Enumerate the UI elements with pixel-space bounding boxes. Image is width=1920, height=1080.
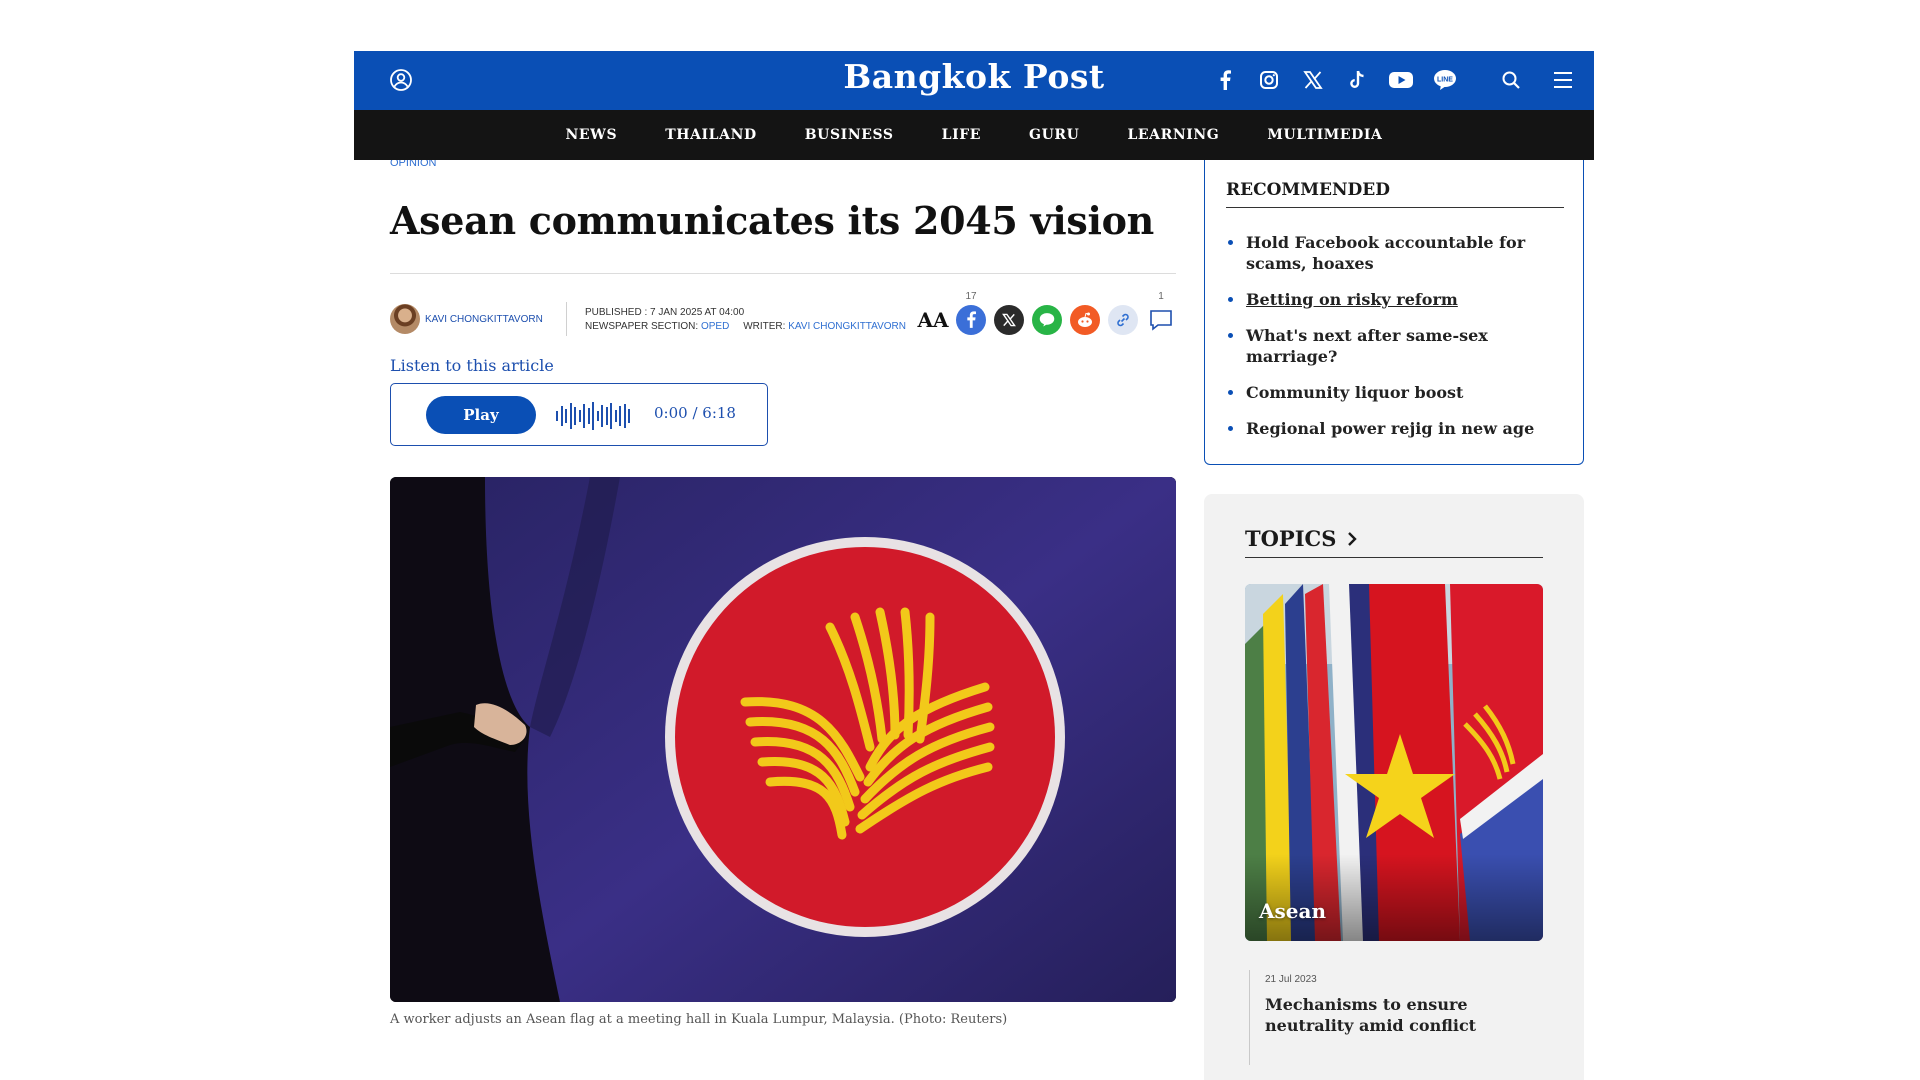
- youtube-icon[interactable]: [1388, 67, 1414, 93]
- waveform[interactable]: [556, 401, 630, 430]
- menu-icon[interactable]: [1550, 67, 1576, 93]
- story-date: 21 Jul 2023: [1265, 974, 1317, 985]
- author-avatar[interactable]: [390, 303, 420, 334]
- facebook-icon[interactable]: [1212, 67, 1238, 93]
- comment-button[interactable]: 1: [1146, 291, 1176, 335]
- author-name[interactable]: KAVI CHONGKITTAVORN: [425, 314, 543, 325]
- nav-learning[interactable]: LEARNING: [1103, 127, 1243, 143]
- chevron-right-icon: [1347, 532, 1357, 546]
- facebook-icon: [967, 311, 976, 329]
- recommended-item[interactable]: Community liquor boost: [1226, 382, 1564, 403]
- facebook-share-button[interactable]: 17: [956, 291, 986, 335]
- topic-tag[interactable]: Asean: [1259, 899, 1326, 923]
- site-header: Bangkok Post LINE: [354, 51, 1594, 110]
- recommended-item[interactable]: Betting on risky reform: [1226, 289, 1564, 310]
- player-time: 0:00 / 6:18: [654, 403, 736, 422]
- recommended-item[interactable]: Regional power rejig in new age: [1226, 418, 1564, 439]
- comment-count: 1: [1158, 290, 1164, 302]
- share-bar: AA 17 1: [917, 291, 1176, 338]
- facebook-share-count: 17: [965, 290, 977, 302]
- font-size-button[interactable]: AA: [917, 305, 948, 335]
- listen-label: Listen to this article: [390, 355, 554, 375]
- reddit-share-button[interactable]: [1070, 304, 1100, 335]
- line-icon: [1039, 312, 1055, 327]
- svg-text:LINE: LINE: [1437, 77, 1453, 84]
- image-caption: A worker adjusts an Asean flag at a meet…: [390, 1011, 1008, 1027]
- reddit-icon: [1078, 312, 1092, 327]
- link-icon: [1117, 313, 1129, 327]
- article-meta: KAVI CHONGKITTAVORN PUBLISHED : 7 JAN 20…: [390, 274, 1176, 336]
- recommended-box: RECOMMENDED Hold Facebook accountable fo…: [1204, 160, 1584, 465]
- nav-life[interactable]: LIFE: [918, 127, 1005, 143]
- section-label[interactable]: OPINION: [390, 160, 1176, 170]
- instagram-icon[interactable]: [1256, 67, 1282, 93]
- topics-title[interactable]: TOPICS: [1245, 526, 1543, 558]
- article-hero-image[interactable]: [390, 476, 1176, 1002]
- x-share-button[interactable]: [994, 304, 1024, 335]
- x-icon[interactable]: [1300, 67, 1326, 93]
- search-icon[interactable]: [1498, 67, 1524, 93]
- recommended-list: Hold Facebook accountable for scams, hoa…: [1226, 232, 1564, 454]
- newspaper-section-label: NEWSPAPER SECTION:: [585, 320, 699, 332]
- article-headline: Asean communicates its 2045 vision: [390, 198, 1154, 243]
- nav-business[interactable]: BUSINESS: [781, 127, 918, 143]
- recommended-title: RECOMMENDED: [1226, 180, 1564, 208]
- publish-info: PUBLISHED : 7 JAN 2025 AT 04:00 NEWSPAPE…: [585, 306, 906, 334]
- topics-box: TOPICS Asean 21 Jul 2023 Mechanisms to e…: [1204, 494, 1584, 1080]
- line-share-button[interactable]: [1032, 304, 1062, 335]
- nav-multimedia[interactable]: MULTIMEDIA: [1243, 127, 1406, 143]
- published-date: PUBLISHED : 7 JAN 2025 AT 04:00: [585, 306, 745, 318]
- writer-link[interactable]: KAVI CHONGKITTAVORN: [788, 321, 906, 332]
- nav-news[interactable]: NEWS: [542, 127, 642, 143]
- asean-flags-image: [1245, 584, 1543, 941]
- nav-guru[interactable]: GURU: [1005, 127, 1103, 143]
- audio-player: Play 0:00 / 6:18: [390, 382, 768, 446]
- comment-icon: [1150, 309, 1172, 331]
- main-nav: NEWS THAILAND BUSINESS LIFE GURU LEARNIN…: [354, 110, 1594, 160]
- copy-link-button[interactable]: [1108, 304, 1138, 335]
- tiktok-icon[interactable]: [1344, 67, 1370, 93]
- play-button[interactable]: Play: [426, 395, 536, 434]
- article: OPINION Asean communicates its 2045 visi…: [390, 160, 1176, 1027]
- x-icon: [1002, 313, 1016, 327]
- newspaper-section-link[interactable]: OPED: [701, 321, 729, 332]
- story-title[interactable]: Mechanisms to ensure neutrality amid con…: [1265, 994, 1549, 1036]
- topic-story[interactable]: 21 Jul 2023 Mechanisms to ensure neutral…: [1249, 970, 1549, 1065]
- social-links: LINE: [1212, 65, 1576, 95]
- meta-divider: [566, 301, 567, 336]
- line-icon[interactable]: LINE: [1432, 67, 1458, 93]
- nav-thailand[interactable]: THAILAND: [641, 127, 781, 143]
- recommended-item[interactable]: What's next after same-sex marriage?: [1226, 325, 1564, 367]
- asean-flag-image: [390, 476, 1176, 1002]
- writer-label: WRITER:: [743, 320, 786, 332]
- recommended-item[interactable]: Hold Facebook accountable for scams, hoa…: [1226, 232, 1564, 274]
- topic-image[interactable]: Asean: [1245, 584, 1543, 941]
